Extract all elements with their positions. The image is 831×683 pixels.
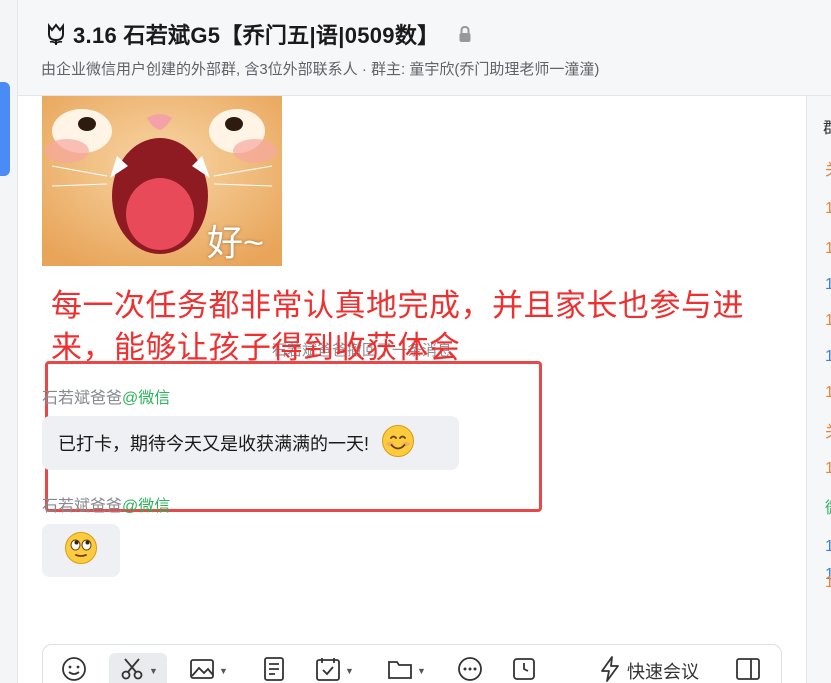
rolling-eyes-emoji-icon xyxy=(64,531,98,570)
message-bubble[interactable]: 已打卡，期待今天又是收获满满的一天! xyxy=(42,416,459,470)
member-list-item[interactable]: 1 xyxy=(825,240,831,258)
member-list-item[interactable]: 关 xyxy=(825,156,831,180)
chevron-down-icon[interactable]: ▼ xyxy=(149,666,158,676)
sticker-caption: 好~ xyxy=(207,222,265,263)
more-chat-button[interactable] xyxy=(457,656,483,683)
member-list-item[interactable]: 1 xyxy=(825,312,831,330)
group-info-panel[interactable]: 群 关111111关1微111 xyxy=(806,96,831,683)
sender-wechat-tag: @微信 xyxy=(122,390,171,407)
active-conversation-indicator xyxy=(0,82,10,176)
clock-icon xyxy=(511,656,537,683)
chat-bubble-icon xyxy=(457,656,483,683)
emoji-icon xyxy=(61,656,87,683)
group-panel-heading: 群 xyxy=(823,114,831,138)
app-left-strip xyxy=(0,0,18,683)
message-sender[interactable]: 石若斌爸爸@微信 xyxy=(42,384,170,408)
document-icon xyxy=(261,656,287,683)
annotation-overlay-text: 每一次任务都非常认真地完成，并且家长也参与进来，能够让孩子得到收获体会 xyxy=(51,288,744,365)
member-list-item[interactable]: 1 xyxy=(825,384,831,402)
quick-meeting-button[interactable]: 快速会议 xyxy=(599,655,699,683)
message-text: 已打卡，期待今天又是收获满满的一天! xyxy=(58,434,369,454)
cat-sticker-image[interactable]: 好~ xyxy=(42,96,282,266)
side-panel-icon xyxy=(735,656,761,683)
document-button[interactable] xyxy=(261,656,287,683)
schedule-button[interactable] xyxy=(511,656,537,683)
input-toolbar: ▼ ▼ ▼ ▼ 快速会议 xyxy=(42,644,782,683)
message-sender[interactable]: 石若斌爸爸@微信 xyxy=(42,492,170,516)
sender-wechat-tag: @微信 xyxy=(122,498,171,515)
sender-name: 石若斌爸爸 xyxy=(42,390,123,407)
chat-header: 3.16 石若斌G5【乔门五|语|0509数】 由企业微信用户创建的外部群, 含… xyxy=(18,0,831,96)
lightning-icon xyxy=(599,655,621,683)
smiling-emoji-icon xyxy=(381,424,415,463)
chat-subtitle: 由企业微信用户创建的外部群, 含3位外部联系人 · 群主: 童宇欣(乔门助理老师… xyxy=(41,61,600,78)
chat-title[interactable]: 3.16 石若斌G5【乔门五|语|0509数】 xyxy=(73,18,439,50)
chevron-down-icon[interactable]: ▼ xyxy=(417,666,426,676)
member-list-item[interactable]: 1 xyxy=(825,574,831,592)
lock-icon xyxy=(457,25,473,43)
member-list-item[interactable]: 1 xyxy=(825,348,831,366)
chevron-down-icon[interactable]: ▼ xyxy=(219,666,228,676)
member-list-item[interactable]: 关 xyxy=(825,418,831,442)
emoji-button[interactable] xyxy=(61,656,87,683)
message-bubble[interactable] xyxy=(42,524,120,577)
group-tulip-icon xyxy=(43,21,69,47)
image-icon xyxy=(189,656,215,683)
scissors-icon xyxy=(119,656,145,683)
member-list-item[interactable]: 1 xyxy=(825,200,831,218)
quick-meeting-label: 快速会议 xyxy=(627,662,699,682)
calendar-check-icon xyxy=(315,656,341,683)
image-button[interactable]: ▼ xyxy=(189,656,228,683)
member-list-item[interactable]: 1 xyxy=(825,460,831,478)
task-button[interactable]: ▼ xyxy=(315,656,354,683)
screenshot-button[interactable]: ▼ xyxy=(119,656,158,683)
folder-button[interactable]: ▼ xyxy=(387,659,426,683)
folder-icon xyxy=(387,656,413,683)
chat-message-area[interactable]: 好~ 石若斌爸爸撤回了一条消息 每一次任务都非常认真地完成，并且家长也参与进来，… xyxy=(18,96,806,683)
member-list-item[interactable]: 微 xyxy=(825,494,831,518)
member-list-item[interactable]: 1 xyxy=(825,276,831,294)
toggle-side-panel-button[interactable] xyxy=(735,656,761,683)
sender-name: 石若斌爸爸 xyxy=(42,498,123,515)
chevron-down-icon[interactable]: ▼ xyxy=(345,666,354,676)
member-list-item[interactable]: 1 xyxy=(825,538,831,556)
chat-title-row: 3.16 石若斌G5【乔门五|语|0509数】 xyxy=(43,18,473,50)
